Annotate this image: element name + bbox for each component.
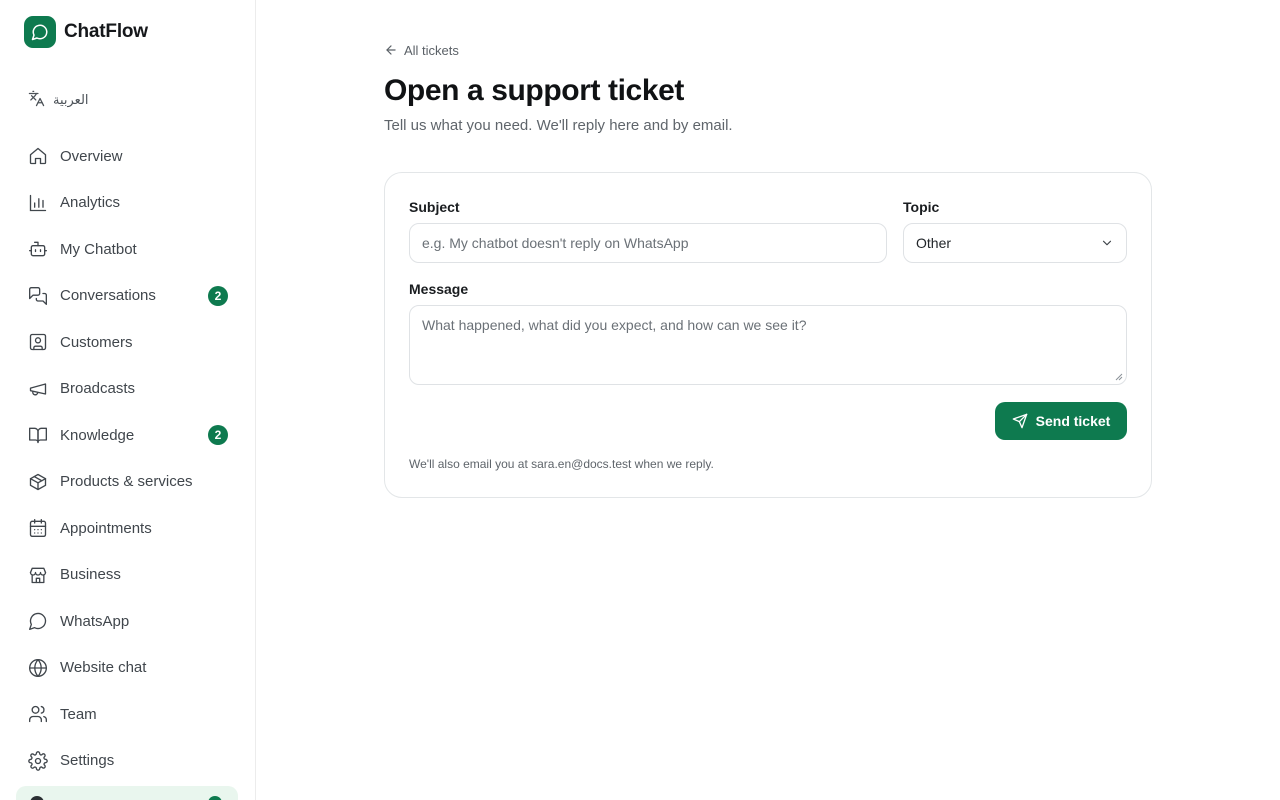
- sidebar-item-website-chat[interactable]: Website chat: [16, 645, 240, 692]
- resize-handle-icon[interactable]: [1115, 373, 1123, 381]
- store-icon: [29, 567, 47, 583]
- page-title: Open a support ticket: [384, 74, 684, 107]
- arrow-left-icon: [386, 45, 396, 55]
- topic-select[interactable]: Other: [903, 223, 1127, 263]
- brand-name: ChatFlow: [64, 21, 148, 42]
- bot-icon: [29, 241, 47, 257]
- sidebar-item-active-partial[interactable]: [16, 786, 238, 800]
- email-notice: We'll also email you at sara.en@docs.tes…: [409, 457, 714, 471]
- message-placeholder: What happened, what did you expect, and …: [422, 317, 807, 333]
- brand[interactable]: ChatFlow: [24, 16, 148, 48]
- sidebar-item-team[interactable]: Team: [16, 691, 240, 738]
- sidebar-item-my-chatbot[interactable]: My Chatbot: [16, 226, 240, 273]
- sidebar-item-knowledge[interactable]: Knowledge 2: [16, 412, 240, 459]
- megaphone-icon: [29, 383, 47, 396]
- globe-icon: [29, 658, 47, 677]
- language-switch[interactable]: العربية: [28, 89, 89, 111]
- home-icon: [29, 148, 47, 165]
- sidebar-item-label: Appointments: [60, 519, 152, 537]
- support-count-badge: [208, 796, 222, 800]
- sidebar-item-overview[interactable]: Overview: [16, 133, 240, 180]
- sidebar-item-conversations[interactable]: Conversations 2: [16, 273, 240, 320]
- sidebar-item-appointments[interactable]: Appointments: [16, 505, 240, 552]
- contact-icon: [29, 334, 47, 351]
- topic-selected-value: Other: [916, 235, 952, 251]
- sidebar-item-analytics[interactable]: Analytics: [16, 180, 240, 227]
- chevron-down-icon: [1102, 240, 1112, 246]
- messages-icon: [29, 286, 47, 305]
- translate-icon: [28, 90, 45, 110]
- bar-chart-icon: [29, 194, 47, 211]
- message-label: Message: [409, 281, 469, 297]
- sidebar-item-label: Analytics: [60, 194, 121, 212]
- send-ticket-label: Send ticket: [1035, 413, 1111, 429]
- sidebar-item-label: Website chat: [60, 659, 147, 677]
- send-ticket-button[interactable]: Send ticket: [995, 402, 1127, 440]
- sidebar-item-whatsapp[interactable]: WhatsApp: [16, 598, 240, 645]
- sidebar-item-business[interactable]: Business: [16, 552, 240, 599]
- sidebar-item-label: My Chatbot: [60, 240, 137, 258]
- subject-label: Subject: [409, 199, 460, 215]
- sidebar-item-label: WhatsApp: [60, 612, 130, 630]
- language-label: العربية: [53, 92, 89, 107]
- sidebar-item-products-services[interactable]: Products & services: [16, 459, 240, 506]
- chat-bubble-icon: [24, 16, 56, 48]
- message-textarea[interactable]: What happened, what did you expect, and …: [409, 305, 1127, 385]
- sidebar-item-label: Overview: [60, 147, 123, 165]
- sidebar-item-label: Broadcasts: [60, 380, 136, 398]
- topic-label: Topic: [903, 199, 940, 215]
- ticket-form-card: Subject e.g. My chatbot doesn't reply on…: [384, 172, 1152, 498]
- sidebar-nav: Overview Analytics My Chatbot Conversati…: [16, 133, 240, 784]
- sidebar-item-broadcasts[interactable]: Broadcasts: [16, 366, 240, 413]
- page-subtitle: Tell us what you need. We'll reply here …: [384, 117, 733, 134]
- chat-circle-icon: [29, 613, 47, 631]
- gear-icon: [28, 750, 48, 771]
- sidebar-item-label: Customers: [60, 333, 133, 351]
- sidebar-item-label: Business: [60, 566, 121, 584]
- send-icon: [1012, 413, 1027, 429]
- support-icon: [30, 796, 44, 800]
- sidebar-item-customers[interactable]: Customers: [16, 319, 240, 366]
- sidebar-item-label: Settings: [60, 752, 115, 770]
- package-icon: [29, 473, 47, 490]
- subject-input[interactable]: e.g. My chatbot doesn't reply on WhatsAp…: [409, 223, 887, 263]
- book-icon: [29, 427, 47, 444]
- calendar-icon: [29, 519, 47, 538]
- back-to-all-tickets-link[interactable]: All tickets: [384, 40, 459, 60]
- knowledge-count-badge: 2: [208, 425, 228, 446]
- sidebar-item-label: Team: [60, 705, 97, 723]
- conversations-count-badge: 2: [208, 285, 228, 306]
- sidebar-item-settings[interactable]: Settings: [16, 738, 240, 785]
- sidebar-item-label: Products & services: [60, 473, 193, 491]
- back-link-label: All tickets: [404, 42, 459, 58]
- users-icon: [29, 706, 48, 723]
- sidebar: ChatFlow العربية Overview Analytics My C…: [0, 0, 256, 800]
